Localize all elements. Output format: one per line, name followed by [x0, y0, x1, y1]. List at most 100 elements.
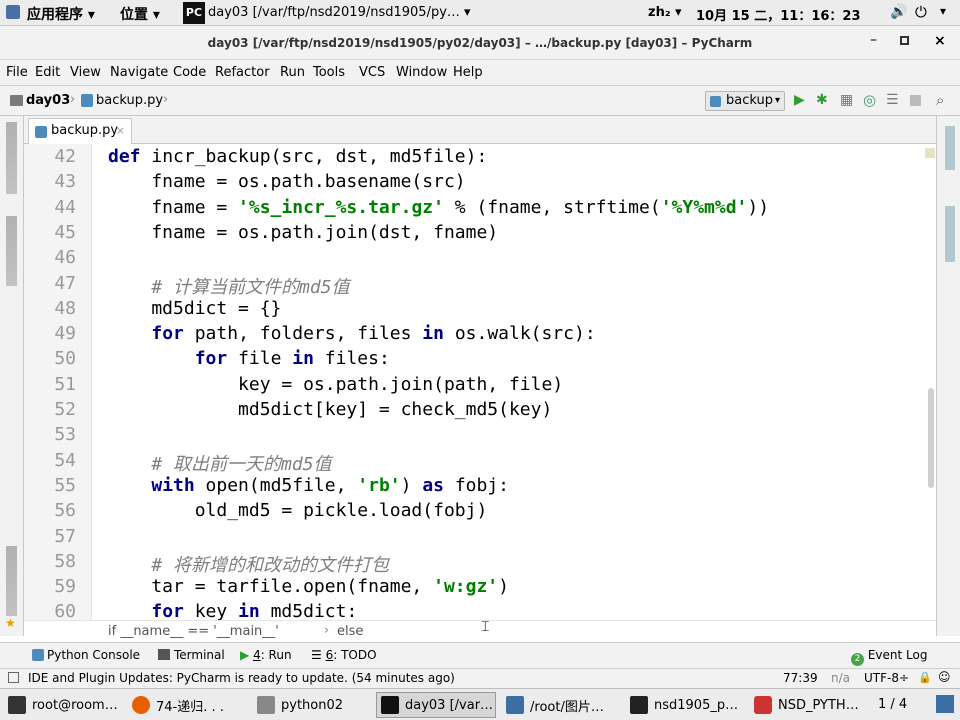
concurrency-icon[interactable]: ☰ [886, 92, 899, 108]
code-line: old_md5 = pickle.load(fobj) [108, 500, 488, 521]
places-menu[interactable]: 位置 ▾ [120, 4, 160, 24]
event-log-label: Event Log [867, 648, 928, 662]
inspector-icon[interactable]: ☺ [938, 670, 951, 684]
python-file-icon [35, 126, 47, 138]
favorites-tool-icon[interactable] [6, 546, 17, 616]
todo-button[interactable]: ☰ 6: TODO [311, 648, 377, 662]
task-files[interactable]: python02 [253, 692, 371, 718]
string-token: 'rb' [357, 474, 401, 496]
task-images-label: /root/图片… [530, 699, 604, 715]
task-nsd1905[interactable]: nsd1905_p… [626, 692, 744, 718]
breadcrumb-project[interactable]: day03 [26, 93, 70, 108]
coverage-icon[interactable]: ▦ [840, 92, 853, 108]
pycharm-app-icon: PC [183, 2, 205, 24]
task-terminal-label: root@room… [32, 697, 118, 713]
pycharm-project-icon [630, 696, 648, 714]
code-token: fname = os.path.basename(src) [108, 171, 466, 193]
line-number: 55 [54, 474, 76, 496]
code-line: with open(md5file, 'rb') as fobj: [108, 475, 509, 496]
code-line: md5dict[key] = check_md5(key) [108, 399, 552, 420]
volume-icon[interactable]: 🔊 [890, 4, 907, 20]
event-log-button[interactable]: 2 Event Log [851, 648, 927, 666]
status-message[interactable]: IDE and Plugin Updates: PyCharm is ready… [28, 671, 455, 685]
update-icon[interactable] [8, 672, 19, 683]
task-pycharm[interactable]: day03 [/var… [376, 692, 496, 718]
input-method-indicator[interactable]: zh₂ ▾ [648, 5, 682, 20]
search-icon[interactable]: ⌕ [936, 91, 944, 109]
menu-refactor[interactable]: Refactor [215, 65, 270, 80]
task-terminal[interactable]: root@room… [4, 692, 124, 718]
file-encoding[interactable]: UTF-8÷ [864, 671, 909, 685]
menu-file[interactable]: File [6, 65, 28, 80]
python-run-config-icon [710, 96, 721, 107]
menu-run[interactable]: Run [280, 65, 305, 80]
menu-code[interactable]: Code [173, 65, 206, 80]
code-token: incr_backup(src, dst, md5file): [151, 146, 488, 167]
run-config-select[interactable]: backup ▾ [705, 91, 785, 111]
apps-icon [6, 5, 20, 19]
task-images[interactable]: /root/图片… [502, 692, 620, 718]
code-token: md5dict: [270, 601, 358, 620]
breadcrumb-if-main[interactable]: if __name__ == '__main__' [108, 624, 279, 639]
applications-menu[interactable]: 应用程序 ▾ [27, 4, 95, 24]
task-document[interactable]: NSD_PYTH… [750, 692, 866, 718]
run-icon[interactable]: ▶ [794, 92, 805, 108]
comment-token: # 取出前一天的md5值 [151, 453, 332, 475]
menu-window[interactable]: Window [396, 65, 447, 80]
scrollbar-thumb[interactable] [928, 388, 934, 488]
code-editor[interactable]: 42 43 44 45 46 47 48 49 50 51 52 53 54 55 56 57 58 59 60 d… [24, 144, 936, 620]
chevron-down-icon: ▾ [774, 95, 780, 106]
workspace-pager[interactable]: 1 / 4 [878, 697, 907, 712]
mouse-cursor-icon: ⌶ [481, 619, 490, 635]
line-numbers: 42 43 44 45 46 47 48 49 50 51 52 53 54 55 56 57 58 59 60 [24, 144, 92, 620]
keyword-token: in [238, 601, 271, 620]
show-desktop-icon[interactable] [936, 695, 954, 713]
debug-icon[interactable]: ✱ [816, 92, 828, 108]
menu-navigate[interactable]: Navigate [110, 65, 168, 80]
code-token: ) [498, 576, 509, 598]
scientific-view-tool-icon[interactable] [945, 126, 955, 170]
chevron-down-icon[interactable]: ▾ [940, 4, 946, 18]
tab-backup-py[interactable]: backup.py × [28, 118, 132, 144]
line-number: 54 [54, 449, 76, 471]
python-console-button[interactable]: Python Console [32, 648, 140, 662]
line-number: 50 [54, 348, 76, 370]
event-log-icon: 2 [851, 653, 864, 666]
close-icon[interactable]: × [934, 33, 946, 49]
menu-view[interactable]: View [70, 65, 101, 80]
code-line: # 计算当前文件的md5值 [108, 273, 349, 299]
code-token: open(md5file, [205, 474, 358, 496]
task-document-label: NSD_PYTH… [778, 697, 859, 713]
database-tool-icon[interactable] [945, 206, 955, 262]
menu-tools[interactable]: Tools [313, 65, 345, 80]
profile-icon[interactable]: ◎ [863, 91, 876, 109]
task-files-label: python02 [281, 697, 344, 713]
pycharm-icon [381, 696, 399, 714]
menu-vcs[interactable]: VCS [359, 65, 385, 80]
maximize-icon[interactable] [900, 36, 909, 45]
active-window-menu[interactable]: day03 [/var/ftp/nsd2019/nsd1905/py… ▾ [208, 5, 471, 20]
line-separator[interactable]: n/a [831, 671, 850, 685]
menu-edit[interactable]: Edit [35, 65, 60, 80]
power-icon[interactable]: ⏻ [915, 3, 927, 21]
breadcrumb-file[interactable]: backup.py [96, 93, 163, 108]
run-tool-button[interactable]: ▶ 4: Run [240, 648, 292, 662]
close-tab-icon[interactable]: × [116, 119, 125, 143]
terminal-button[interactable]: Terminal [158, 648, 225, 662]
structure-tool-icon[interactable] [6, 216, 17, 286]
clock[interactable]: 10月 15 二，11：16：23 [696, 5, 861, 24]
line-number: 56 [54, 500, 76, 522]
menu-help[interactable]: Help [453, 65, 483, 80]
caret-position[interactable]: 77:39 [783, 671, 818, 685]
breadcrumb-else[interactable]: else [337, 624, 363, 639]
code-line: fname = '%s_incr_%s.tar.gz' % (fname, st… [108, 197, 769, 218]
left-tool-strip: ★ [0, 116, 24, 636]
analysis-ok-icon [925, 148, 935, 158]
lock-icon[interactable]: 🔒 [918, 671, 932, 684]
minimize-icon[interactable]: – [870, 32, 877, 48]
code-token: fname = os.path.join(dst, fname) [108, 221, 499, 243]
task-firefox[interactable]: 74-递归. . . [128, 692, 248, 718]
project-tool-icon[interactable] [6, 122, 17, 194]
stop-icon[interactable] [910, 95, 921, 106]
